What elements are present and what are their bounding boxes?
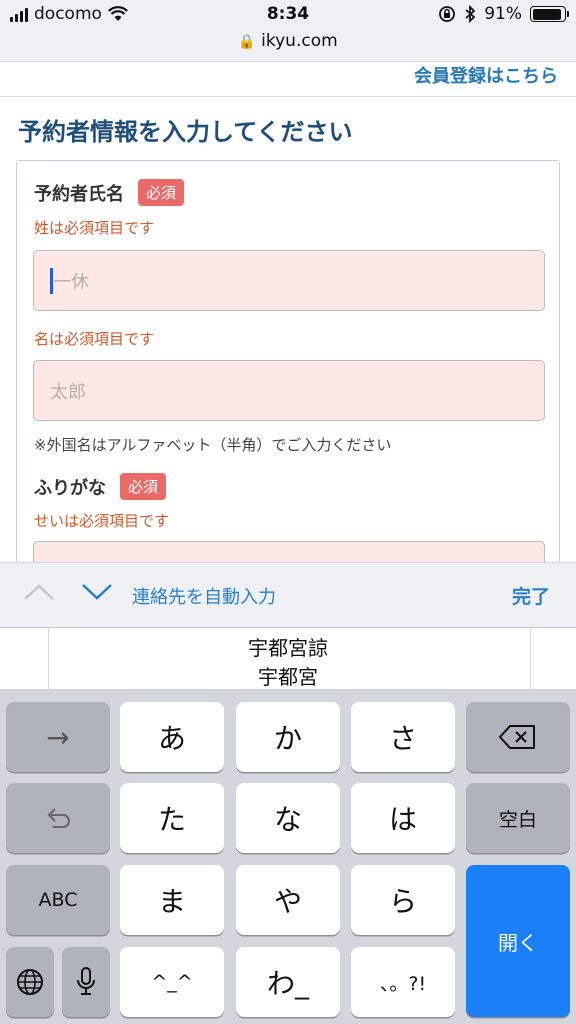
keyboard: → あ か さ た な は 空白 ABC ま や ら 開く ^_^ わ_ 、。?… xyxy=(0,690,576,1024)
first-name-error: 名は必須項目です xyxy=(34,330,155,348)
first-name-placeholder: 太郎 xyxy=(50,381,86,403)
autofill-contact-button[interactable]: 連絡先を自動入力 xyxy=(132,583,276,609)
lock-icon: 🔒 xyxy=(238,34,256,50)
candidate-word[interactable]: 宇都宮諒 xyxy=(0,632,576,661)
key-ka[interactable]: か xyxy=(236,702,340,772)
name-label: 予約者氏名 xyxy=(34,183,124,205)
microphone-key[interactable] xyxy=(62,947,110,1017)
punctuation-key[interactable]: 、。?! xyxy=(351,947,455,1017)
furigana-error: せいは必須項目です xyxy=(34,512,170,530)
key-a[interactable]: あ xyxy=(120,702,224,772)
chevron-up-icon[interactable] xyxy=(22,581,56,603)
page-title: 予約者情報を入力してください xyxy=(18,118,353,146)
candidate-bar: 宇都宮諒 宇都宮 xyxy=(0,628,576,690)
name-label-row: 予約者氏名 必須 xyxy=(34,179,185,206)
key-sa[interactable]: さ xyxy=(351,702,455,772)
divider xyxy=(0,96,576,97)
address-bar[interactable]: 🔒 ikyu.com xyxy=(0,31,576,51)
status-bar: docomo 8:34 91% 🔒 ikyu.com xyxy=(0,0,576,62)
emoticon-key[interactable]: ^_^ xyxy=(120,947,224,1017)
cursor-right-key[interactable]: → xyxy=(6,702,110,772)
bluetooth-icon xyxy=(465,5,476,23)
undo-icon xyxy=(47,808,70,828)
candidate-word[interactable]: 宇都宮 xyxy=(0,661,576,690)
key-ra[interactable]: ら xyxy=(351,865,455,935)
undo-key[interactable] xyxy=(6,783,110,853)
first-name-input[interactable]: 太郎 xyxy=(33,360,545,421)
furigana-label: ふりがな xyxy=(34,477,106,499)
microphone-icon xyxy=(77,967,95,995)
chevron-down-icon[interactable] xyxy=(80,581,114,603)
globe-icon xyxy=(17,969,43,995)
abc-key[interactable]: ABC xyxy=(6,865,110,935)
key-ma[interactable]: ま xyxy=(120,865,224,935)
keyboard-accessory-bar: 連絡先を自動入力 完了 xyxy=(0,562,576,628)
url-text: ikyu.com xyxy=(261,31,338,51)
battery-icon xyxy=(530,6,569,22)
required-badge: 必須 xyxy=(138,179,185,206)
last-name-placeholder: 一休 xyxy=(53,271,89,293)
key-ya[interactable]: や xyxy=(236,865,340,935)
required-badge: 必須 xyxy=(120,473,167,500)
battery-percent: 91% xyxy=(484,4,522,24)
last-name-input[interactable]: 一休 xyxy=(33,250,545,311)
space-key[interactable]: 空白 xyxy=(466,783,570,853)
key-na[interactable]: な xyxy=(236,783,340,853)
reservation-form: 予約者氏名 必須 姓は必須項目です 一休 名は必須項目です 太郎 ※外国名はアル… xyxy=(16,160,560,580)
key-ta[interactable]: た xyxy=(120,783,224,853)
key-wa[interactable]: わ_ xyxy=(236,947,340,1017)
backspace-icon xyxy=(499,725,535,749)
foreign-name-note: ※外国名はアルファベット（半角）でご入力ください xyxy=(34,436,392,454)
key-ha[interactable]: は xyxy=(351,783,455,853)
backspace-key[interactable] xyxy=(466,702,570,772)
enter-key[interactable]: 開く xyxy=(466,865,570,1017)
globe-key[interactable] xyxy=(6,947,54,1017)
last-name-error: 姓は必須項目です xyxy=(34,219,155,237)
orientation-lock-icon xyxy=(439,6,456,22)
done-button[interactable]: 完了 xyxy=(512,582,550,609)
furigana-label-row: ふりがな 必須 xyxy=(34,473,167,500)
member-registration-link[interactable]: 会員登録はこちら xyxy=(414,62,558,88)
